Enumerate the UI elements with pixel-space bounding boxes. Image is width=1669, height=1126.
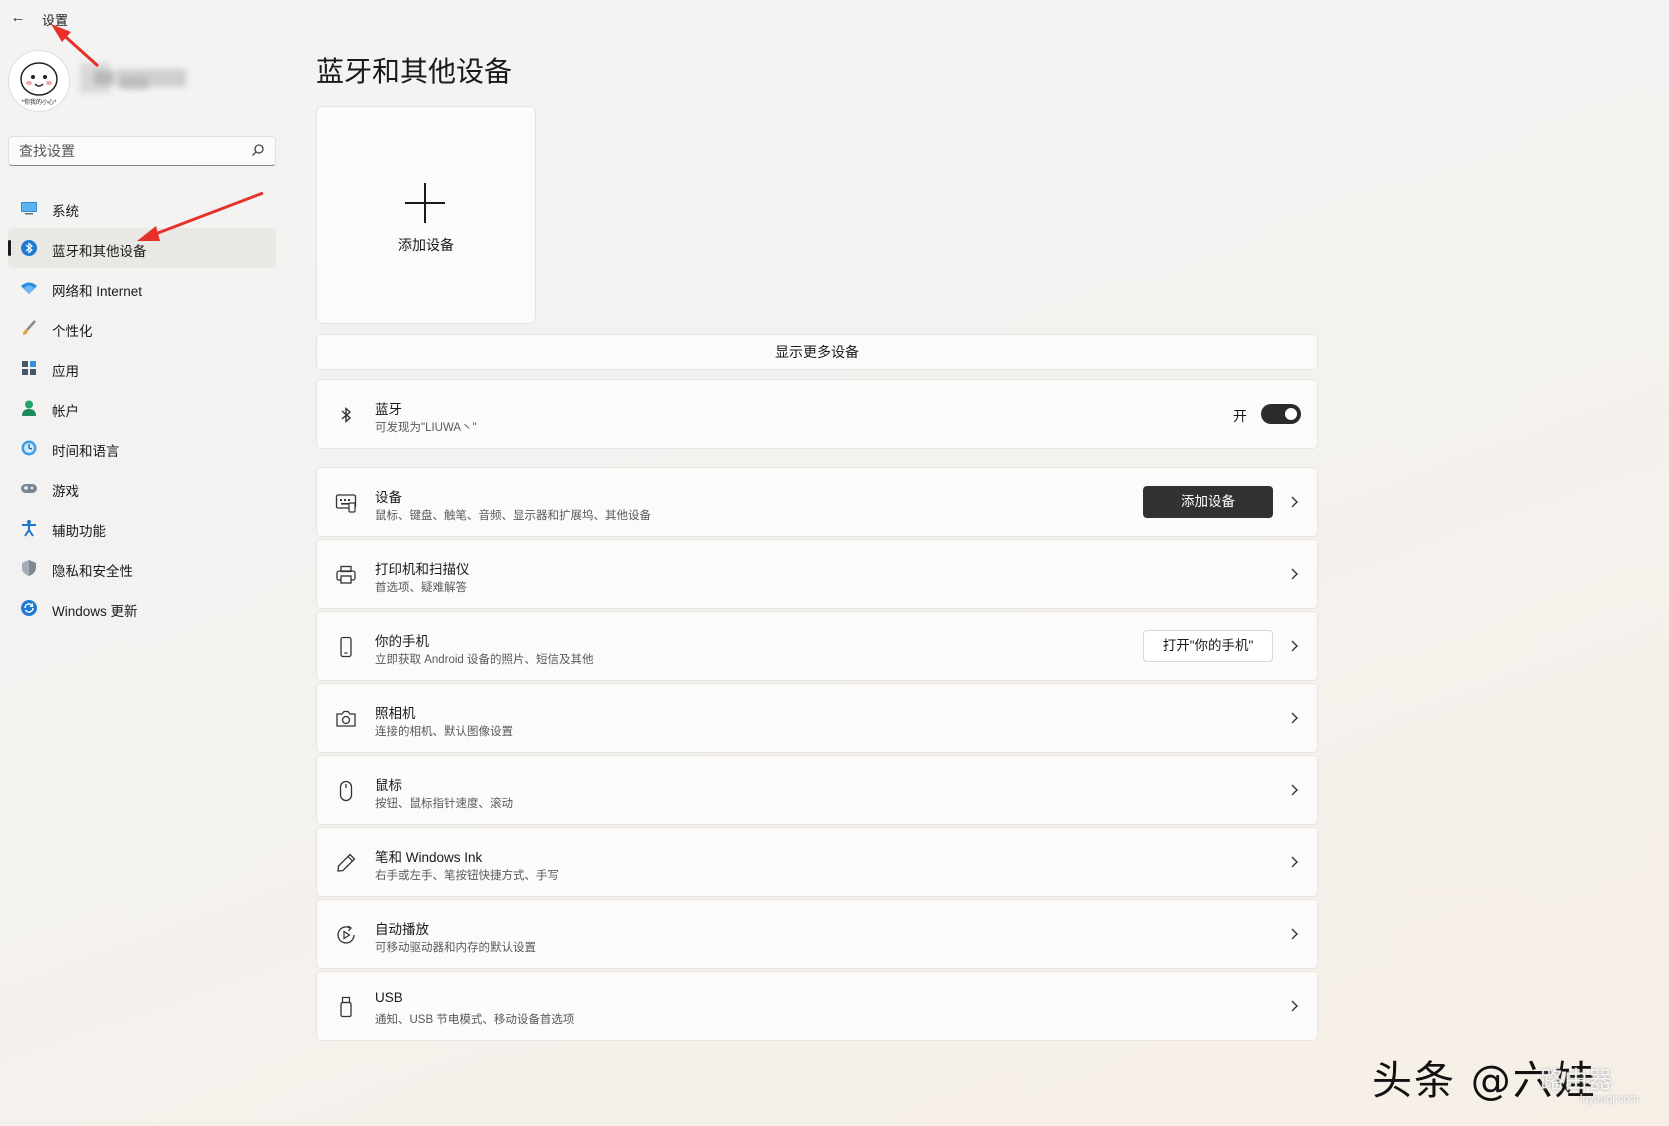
row-title: 鼠标: [375, 778, 402, 793]
add-device-card-label: 添加设备: [398, 237, 454, 253]
sidebar-item-privacy[interactable]: 隐私和安全性: [8, 548, 276, 588]
row-subtitle: 鼠标、键盘、触笔、音频、显示器和扩展坞、其他设备: [375, 510, 651, 522]
sidebar-item-label: 蓝牙和其他设备: [52, 244, 147, 259]
app-title: 设置: [42, 13, 69, 28]
row-subtitle: 可移动驱动器和内存的默认设置: [375, 942, 536, 954]
chevron-right-icon: [1289, 711, 1299, 725]
search-box[interactable]: [8, 136, 276, 166]
setting-row-usb[interactable]: USB 通知、USB 节电模式、移动设备首选项: [316, 971, 1318, 1041]
bluetooth-row: 蓝牙 可发现为"LIUWA丶" 开: [316, 379, 1318, 449]
setting-row-autoplay[interactable]: 自动播放 可移动驱动器和内存的默认设置: [316, 899, 1318, 969]
add-device-button[interactable]: 添加设备: [1143, 486, 1273, 518]
sidebar-item-system[interactable]: 系统: [8, 188, 276, 228]
watermark-site: 路由器: [1540, 1066, 1612, 1094]
chevron-right-icon: [1289, 855, 1299, 869]
accessibility-icon: [20, 519, 38, 537]
bluetooth-toggle[interactable]: [1261, 404, 1301, 424]
update-icon: [20, 599, 38, 617]
sidebar-item-label: Windows 更新: [52, 604, 138, 619]
plus-icon: [403, 181, 447, 225]
add-device-card[interactable]: 添加设备: [316, 106, 536, 324]
row-title: 笔和 Windows Ink: [375, 850, 483, 865]
pen-icon: [335, 852, 357, 874]
setting-row-mouse[interactable]: 鼠标 按钮、鼠标指针速度、滚动: [316, 755, 1318, 825]
sidebar-item-label: 网络和 Internet: [52, 284, 143, 299]
sidebar-nav: 系统 蓝牙和其他设备 网络和 Internet 个性化 应用 帐户 时间和语言 …: [8, 188, 276, 628]
sidebar-item-label: 应用: [52, 364, 79, 379]
wifi-icon: [20, 279, 38, 297]
sidebar-item-label: 个性化: [52, 324, 93, 339]
chevron-right-icon: [1289, 639, 1299, 653]
row-title: 打印机和扫描仪: [375, 562, 470, 577]
row-title: 蓝牙: [375, 402, 402, 417]
sidebar-item-label: 隐私和安全性: [52, 564, 133, 579]
row-subtitle: 立即获取 Android 设备的照片、短信及其他: [375, 654, 594, 666]
system-icon: [20, 199, 38, 217]
setting-row-devices[interactable]: 设备 鼠标、键盘、触笔、音频、显示器和扩展坞、其他设备 添加设备: [316, 467, 1318, 537]
setting-row-your-phone[interactable]: 你的手机 立即获取 Android 设备的照片、短信及其他 打开"你的手机": [316, 611, 1318, 681]
time-language-icon: [20, 439, 38, 457]
sidebar-item-bluetooth[interactable]: 蓝牙和其他设备: [8, 228, 276, 268]
shield-icon: [20, 559, 38, 577]
row-subtitle: 连接的相机、默认图像设置: [375, 726, 513, 738]
search-icon[interactable]: [251, 143, 265, 162]
devices-icon: [335, 492, 357, 514]
active-indicator: [8, 240, 11, 256]
bluetooth-icon: [20, 239, 38, 257]
phone-icon: [335, 636, 357, 658]
usb-icon: [335, 996, 357, 1018]
page-title: 蓝牙和其他设备: [316, 56, 513, 87]
search-input[interactable]: [19, 142, 239, 160]
row-title: 照相机: [375, 706, 416, 721]
chevron-right-icon: [1289, 567, 1299, 581]
brush-icon: [20, 319, 38, 337]
title-bar: ← 设置: [0, 0, 300, 36]
bluetooth-toggle-state: 开: [1233, 408, 1247, 424]
sidebar-item-accounts[interactable]: 帐户: [8, 388, 276, 428]
row-subtitle: 右手或左手、笔按钮快捷方式、手写: [375, 870, 559, 882]
sidebar-item-gaming[interactable]: 游戏: [8, 468, 276, 508]
row-subtitle: 按钮、鼠标指针速度、滚动: [375, 798, 513, 810]
chevron-right-icon: [1289, 999, 1299, 1013]
sidebar-item-personalization[interactable]: 个性化: [8, 308, 276, 348]
row-subtitle: 可发现为"LIUWA丶": [375, 422, 477, 434]
sidebar-item-label: 系统: [52, 204, 79, 219]
mouse-icon: [335, 780, 357, 802]
row-title: 自动播放: [375, 922, 429, 937]
chevron-right-icon: [1289, 495, 1299, 509]
sidebar-item-label: 辅助功能: [52, 524, 106, 539]
gamepad-icon: [20, 479, 38, 497]
setting-row-pen-windows-ink[interactable]: 笔和 Windows Ink 右手或左手、笔按钮快捷方式、手写: [316, 827, 1318, 897]
avatar[interactable]: *你我的小心*: [8, 50, 70, 112]
sidebar-item-accessibility[interactable]: 辅助功能: [8, 508, 276, 548]
row-title: 你的手机: [375, 634, 429, 649]
apps-icon: [20, 359, 38, 377]
sidebar-item-windows-update[interactable]: Windows 更新: [8, 588, 276, 628]
avatar-caption: *你我的小心*: [21, 100, 57, 106]
setting-row-printers[interactable]: 打印机和扫描仪 首选项、疑难解答: [316, 539, 1318, 609]
sidebar-item-time-language[interactable]: 时间和语言: [8, 428, 276, 468]
account-icon: [20, 399, 38, 417]
sidebar-item-network[interactable]: 网络和 Internet: [8, 268, 276, 308]
sidebar-item-label: 帐户: [52, 404, 79, 419]
open-your-phone-button[interactable]: 打开"你的手机": [1143, 630, 1273, 662]
row-title: 设备: [375, 490, 402, 505]
row-title: USB: [375, 990, 403, 1005]
sidebar-item-apps[interactable]: 应用: [8, 348, 276, 388]
row-subtitle: 首选项、疑难解答: [375, 582, 467, 594]
sidebar-item-label: 游戏: [52, 484, 79, 499]
printer-icon: [335, 564, 357, 586]
bluetooth-icon: [335, 404, 357, 426]
row-subtitle: 通知、USB 节电模式、移动设备首选项: [375, 1014, 575, 1026]
back-arrow-icon[interactable]: ←: [9, 9, 27, 27]
camera-icon: [335, 708, 357, 730]
chevron-right-icon: [1289, 783, 1299, 797]
show-more-devices-button[interactable]: 显示更多设备: [316, 334, 1318, 370]
setting-row-camera[interactable]: 照相机 连接的相机、默认图像设置: [316, 683, 1318, 753]
sidebar-item-label: 时间和语言: [52, 444, 120, 459]
account-name-blurred: [80, 63, 192, 93]
watermark-url: luyouqi.com: [1580, 1093, 1639, 1105]
chevron-right-icon: [1289, 927, 1299, 941]
autoplay-icon: [335, 924, 357, 946]
